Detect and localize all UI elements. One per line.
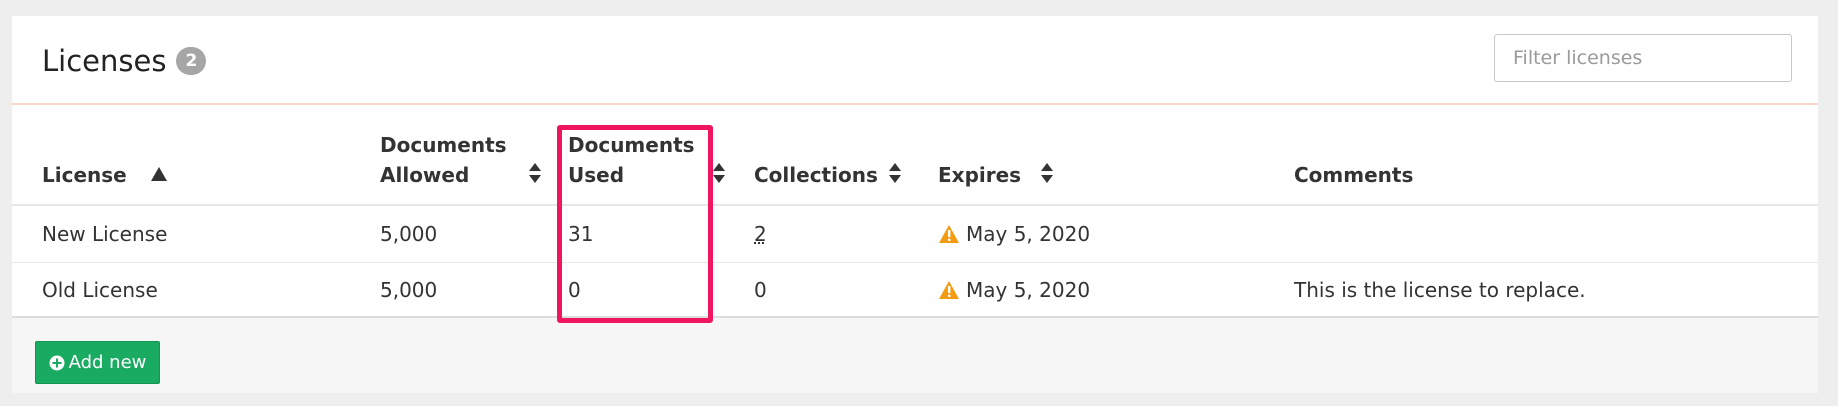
add-new-button[interactable]: Add new — [35, 341, 160, 384]
sort-icon[interactable] — [1040, 162, 1054, 184]
panel-footer: Add new — [12, 316, 1818, 393]
license-name-cell: New License — [42, 222, 168, 246]
table-row: Old License 5,000 0 0 May 5, 2020 This i… — [12, 263, 1818, 319]
column-header-documents-allowed[interactable]: Documents Allowed — [380, 130, 507, 190]
column-header-documents-used[interactable]: Documents Used — [568, 130, 695, 190]
sort-icon[interactable] — [888, 162, 902, 184]
documents-allowed-cell: 5,000 — [380, 222, 438, 246]
expires-date: May 5, 2020 — [966, 278, 1091, 302]
column-header-comments: Comments — [1294, 163, 1414, 187]
warning-icon — [939, 280, 959, 299]
sort-icon[interactable] — [528, 162, 542, 184]
plus-circle-icon — [49, 355, 65, 370]
column-header-expires[interactable]: Expires — [938, 160, 1021, 190]
comments-cell: This is the license to replace. — [1294, 278, 1586, 302]
table-row: New License 5,000 31 2 May 5, 2020 — [12, 207, 1818, 263]
warning-icon — [939, 224, 959, 243]
expires-date: May 5, 2020 — [966, 222, 1091, 246]
documents-used-cell: 31 — [568, 222, 594, 246]
licenses-panel: Licenses 2 License Documents Allowed Doc… — [12, 16, 1818, 393]
table-header-row: License Documents Allowed Documents Used… — [12, 105, 1818, 206]
documents-used-cell: 0 — [568, 278, 581, 302]
documents-allowed-cell: 5,000 — [380, 278, 438, 302]
panel-header: Licenses 2 — [12, 16, 1818, 105]
page-title: Licenses 2 — [42, 44, 207, 78]
filter-licenses-input[interactable] — [1494, 34, 1792, 82]
collections-cell: 0 — [754, 278, 767, 302]
license-name-cell: Old License — [42, 278, 158, 302]
sort-icon[interactable] — [712, 162, 726, 184]
sort-ascending-icon[interactable] — [150, 166, 168, 182]
add-new-label: Add new — [68, 352, 147, 373]
expires-cell: May 5, 2020 — [938, 263, 1090, 318]
expires-cell: May 5, 2020 — [938, 207, 1090, 262]
column-header-collections[interactable]: Collections — [754, 160, 878, 190]
column-header-license[interactable]: License — [42, 160, 127, 190]
collections-count-link[interactable]: 2 — [754, 222, 767, 246]
collections-cell: 2 — [754, 207, 767, 262]
license-count-badge: 2 — [176, 47, 207, 75]
page-title-text: Licenses — [42, 44, 167, 78]
